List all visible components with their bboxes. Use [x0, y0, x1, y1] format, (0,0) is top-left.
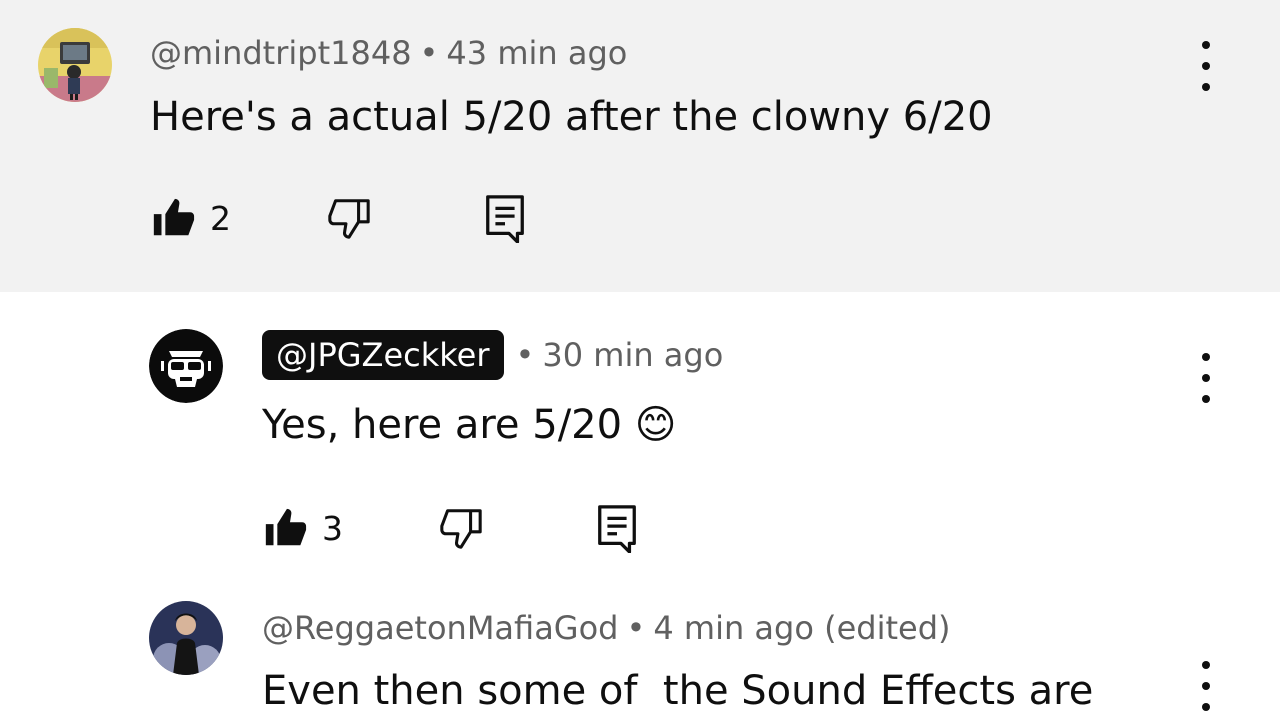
menu-dot: [1202, 703, 1210, 711]
comment-actions: 3: [262, 502, 662, 554]
menu-dot: [1202, 682, 1210, 690]
comment-actions: 2: [150, 192, 550, 244]
reply-button[interactable]: [482, 192, 528, 244]
thumbs-down-icon: [440, 509, 482, 549]
reply-comment: @ReggaetonMafiaGod • 4 min ago (edited) …: [0, 582, 1280, 720]
more-vertical-icon[interactable]: [1191, 38, 1221, 94]
avatar[interactable]: [149, 601, 223, 675]
more-vertical-icon[interactable]: [1191, 658, 1221, 714]
thumbs-up-icon: [153, 198, 195, 236]
comment-meta: @JPGZeckker • 30 min ago: [262, 330, 723, 380]
like-button[interactable]: 3: [262, 502, 343, 554]
avatar[interactable]: [149, 329, 223, 403]
reply-comment: @JPGZeckker • 30 min ago Yes, here are 5…: [0, 292, 1280, 582]
comment-text: Even then some of the Sound Effects are: [262, 668, 1094, 714]
reply-icon: [486, 195, 524, 243]
menu-dot: [1202, 374, 1210, 382]
reply-button[interactable]: [594, 502, 640, 554]
comment-author-creator-badge[interactable]: @JPGZeckker: [262, 330, 504, 380]
like-count: 3: [322, 508, 343, 548]
thumbs-down-icon: [328, 199, 370, 239]
meta-separator: •: [626, 609, 646, 647]
avatar[interactable]: [38, 28, 112, 102]
avatar-gamer-room-image: [38, 28, 112, 102]
comment-author[interactable]: @ReggaetonMafiaGod: [262, 609, 618, 647]
menu-dot: [1202, 395, 1210, 403]
avatar-person-dark-image: [149, 601, 223, 675]
comment-meta: @mindtript1848 • 43 min ago: [150, 34, 627, 72]
like-button[interactable]: 2: [150, 192, 231, 244]
comment-thread-highlighted: @mindtript1848 • 43 min ago Here's a act…: [0, 0, 1280, 292]
comment-timestamp[interactable]: 30 min ago: [542, 336, 723, 374]
reply-icon: [598, 505, 636, 553]
comment-timestamp[interactable]: 4 min ago (edited): [653, 609, 950, 647]
thumbs-up-icon: [265, 508, 307, 546]
menu-dot: [1202, 41, 1210, 49]
menu-dot: [1202, 83, 1210, 91]
like-count: 2: [210, 198, 231, 238]
meta-separator: •: [419, 34, 439, 72]
menu-dot: [1202, 661, 1210, 669]
dislike-button[interactable]: [326, 192, 372, 244]
menu-dot: [1202, 353, 1210, 361]
comment-author[interactable]: @mindtript1848: [150, 34, 412, 72]
comment-meta: @ReggaetonMafiaGod • 4 min ago (edited): [262, 609, 950, 647]
comment-text: Yes, here are 5/20 😊: [262, 402, 677, 448]
avatar-sunglasses-face-image: [149, 329, 223, 403]
dislike-button[interactable]: [438, 502, 484, 554]
comment-text: Here's a actual 5/20 after the clowny 6/…: [150, 94, 993, 140]
meta-separator: •: [515, 336, 535, 374]
more-vertical-icon[interactable]: [1191, 350, 1221, 406]
comment-timestamp[interactable]: 43 min ago: [446, 34, 627, 72]
menu-dot: [1202, 62, 1210, 70]
